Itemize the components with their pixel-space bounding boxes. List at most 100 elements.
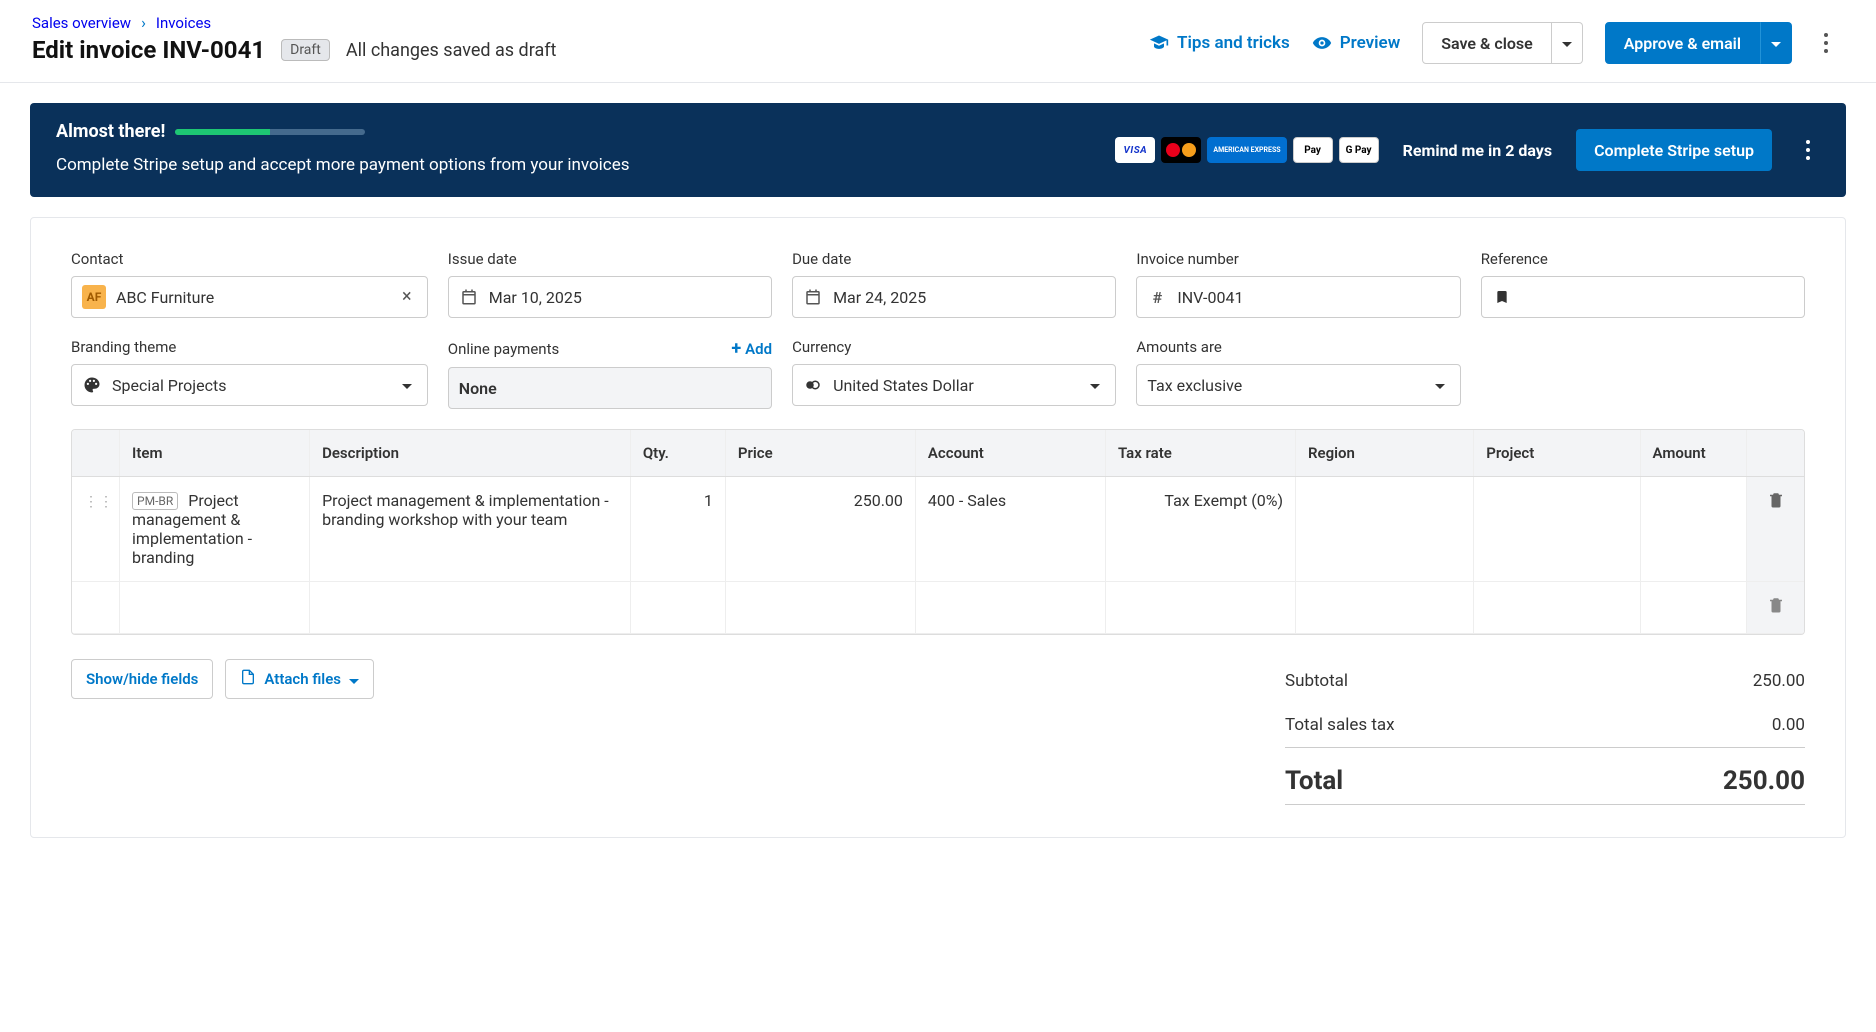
cell-account[interactable]: 400 - Sales xyxy=(915,477,1105,582)
issue-date-input[interactable]: Mar 10, 2025 xyxy=(448,276,772,318)
amex-icon: AMERICAN EXPRESS xyxy=(1207,137,1286,163)
cell-item[interactable]: PM-BR Project management & implementatio… xyxy=(120,477,310,582)
tips-tricks-link[interactable]: Tips and tricks xyxy=(1149,33,1290,53)
clear-icon[interactable]: × xyxy=(397,288,417,306)
save-close-caret[interactable] xyxy=(1552,22,1583,64)
reference-input[interactable] xyxy=(1481,276,1805,318)
online-payments-label: Online payments xyxy=(448,340,559,358)
cell-tax-rate[interactable]: Tax Exempt (0%) xyxy=(1105,477,1295,582)
branding-theme-value: Special Projects xyxy=(112,376,226,395)
save-close-split-button: Save & close xyxy=(1422,22,1583,64)
th-qty[interactable]: Qty. xyxy=(630,430,725,477)
invoice-number-input[interactable]: # INV-0041 xyxy=(1136,276,1460,318)
add-online-payment-link[interactable]: + Add xyxy=(731,338,772,359)
header-overflow-menu[interactable] xyxy=(1814,27,1838,59)
th-price[interactable]: Price xyxy=(725,430,915,477)
th-region[interactable]: Region xyxy=(1296,430,1474,477)
th-account[interactable]: Account xyxy=(915,430,1105,477)
tax-value: 0.00 xyxy=(1772,715,1805,735)
preview-link[interactable]: Preview xyxy=(1312,33,1401,53)
attach-files-button[interactable]: Attach files xyxy=(225,659,374,699)
banner-progress-fill xyxy=(175,129,270,135)
currency-value: United States Dollar xyxy=(833,376,974,395)
table-header-row: Item Description Qty. Price Account Tax … xyxy=(72,430,1804,477)
approve-email-caret[interactable] xyxy=(1760,22,1792,64)
th-item[interactable]: Item xyxy=(120,430,310,477)
applepay-icon: Pay xyxy=(1293,137,1333,163)
delete-row-icon[interactable] xyxy=(1767,598,1785,619)
visa-icon: VISA xyxy=(1115,137,1155,163)
show-hide-fields-button[interactable]: Show/hide fields xyxy=(71,659,213,699)
banner-overflow-menu[interactable] xyxy=(1796,134,1820,166)
th-project[interactable]: Project xyxy=(1474,430,1640,477)
branding-theme-label: Branding theme xyxy=(71,338,428,356)
cell-region[interactable] xyxy=(1296,477,1474,582)
banner-subtitle: Complete Stripe setup and accept more pa… xyxy=(56,152,629,179)
total-value: 250.00 xyxy=(1723,766,1805,796)
subtotal-value: 250.00 xyxy=(1753,671,1805,691)
online-payments-value-box: None xyxy=(448,367,772,409)
chevron-down-icon xyxy=(1430,382,1450,389)
subtotal-label: Subtotal xyxy=(1285,671,1348,691)
contact-label: Contact xyxy=(71,250,428,268)
issue-date-value: Mar 10, 2025 xyxy=(489,288,582,307)
breadcrumb: Sales overview › Invoices xyxy=(32,14,556,32)
due-date-value: Mar 24, 2025 xyxy=(833,288,926,307)
item-code-badge: PM-BR xyxy=(132,492,178,510)
bookmark-icon xyxy=(1492,289,1512,305)
th-tax-rate[interactable]: Tax rate xyxy=(1105,430,1295,477)
contact-input[interactable]: AF ABC Furniture × xyxy=(71,276,428,318)
complete-stripe-button[interactable]: Complete Stripe setup xyxy=(1576,129,1772,171)
mastercard-icon xyxy=(1161,137,1201,163)
save-close-button[interactable]: Save & close xyxy=(1422,22,1552,64)
invoice-number-value: INV-0041 xyxy=(1177,288,1243,307)
branding-theme-select[interactable]: Special Projects xyxy=(71,364,428,406)
due-date-input[interactable]: Mar 24, 2025 xyxy=(792,276,1116,318)
cell-qty[interactable]: 1 xyxy=(630,477,725,582)
cell-description[interactable]: Project management & implementation - br… xyxy=(310,477,631,582)
th-amount[interactable]: Amount xyxy=(1640,430,1747,477)
eye-icon xyxy=(1312,33,1332,53)
table-row-empty[interactable] xyxy=(72,582,1804,634)
total-label: Total xyxy=(1285,766,1343,796)
status-badge: Draft xyxy=(281,39,330,61)
chevron-down-icon xyxy=(397,382,417,389)
approve-email-split-button: Approve & email xyxy=(1605,22,1792,64)
calendar-icon xyxy=(459,288,479,306)
saved-status-text: All changes saved as draft xyxy=(346,40,557,61)
cell-amount[interactable] xyxy=(1640,477,1747,582)
hash-icon: # xyxy=(1147,288,1167,307)
amounts-are-value: Tax exclusive xyxy=(1147,376,1242,395)
breadcrumb-link-sales[interactable]: Sales overview xyxy=(32,14,131,32)
palette-icon xyxy=(82,376,102,394)
calendar-icon xyxy=(803,288,823,306)
cell-price[interactable]: 250.00 xyxy=(725,477,915,582)
page-header: Sales overview › Invoices Edit invoice I… xyxy=(0,0,1876,83)
banner-progress xyxy=(175,129,365,135)
issue-date-label: Issue date xyxy=(448,250,772,268)
remind-link[interactable]: Remind me in 2 days xyxy=(1403,141,1552,160)
contact-value: ABC Furniture xyxy=(116,288,214,307)
reference-label: Reference xyxy=(1481,250,1805,268)
breadcrumb-link-invoices[interactable]: Invoices xyxy=(156,14,211,32)
line-items-grid: Item Description Qty. Price Account Tax … xyxy=(71,429,1805,635)
online-payments-value: None xyxy=(459,379,497,398)
approve-email-button[interactable]: Approve & email xyxy=(1605,22,1760,64)
cell-project[interactable] xyxy=(1474,477,1640,582)
banner-title: Almost there! xyxy=(56,121,165,142)
tax-label: Total sales tax xyxy=(1285,715,1395,735)
amounts-are-label: Amounts are xyxy=(1136,338,1460,356)
delete-row-icon[interactable] xyxy=(1767,493,1785,514)
coins-icon xyxy=(803,376,823,394)
contact-avatar-chip: AF xyxy=(82,285,106,309)
chevron-down-icon xyxy=(349,670,359,688)
amounts-are-select[interactable]: Tax exclusive xyxy=(1136,364,1460,406)
th-description[interactable]: Description xyxy=(310,430,631,477)
invoice-number-label: Invoice number xyxy=(1136,250,1460,268)
table-row[interactable]: ⋮⋮ PM-BR Project management & implementa… xyxy=(72,477,1804,582)
chevron-down-icon xyxy=(1085,382,1105,389)
drag-handle-icon[interactable]: ⋮⋮ xyxy=(84,494,114,510)
currency-select[interactable]: United States Dollar xyxy=(792,364,1116,406)
currency-label: Currency xyxy=(792,338,1116,356)
page-title: Edit invoice INV-0041 xyxy=(32,36,265,64)
